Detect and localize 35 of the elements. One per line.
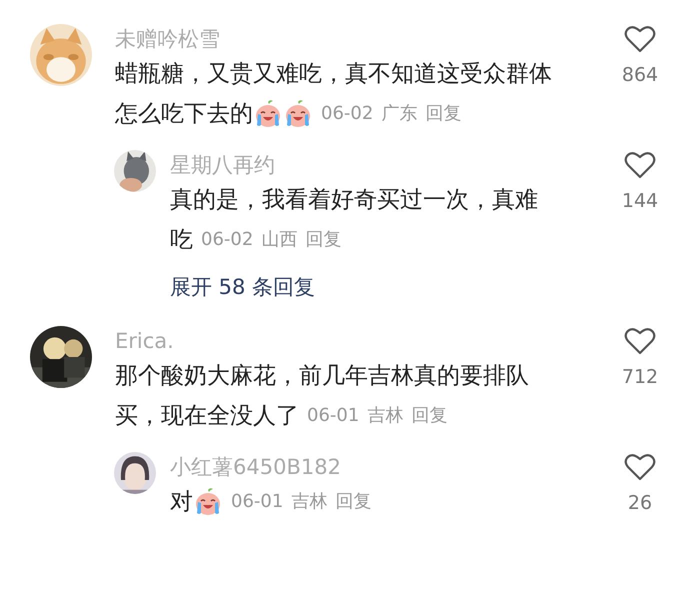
reply-link[interactable]: 回复 [425,94,462,134]
comment-location: 吉林 [367,404,404,428]
comment-text: 买，现在全没人了 [115,402,299,431]
like-count: 864 [622,63,658,88]
comment-text: 怎么吃下去的 [115,100,253,129]
user-name: 小红薯6450B182 [170,454,342,481]
expand-replies-link[interactable]: 展开 58 条回复 [170,272,316,302]
reply-link[interactable]: 回复 [411,396,448,436]
like-icon[interactable] [624,150,656,180]
reply-link[interactable]: 回复 [335,482,372,522]
comment-text: 真的是，我看着好奇买过一次，真难 [170,186,538,215]
comment-location: 吉林 [291,490,328,514]
like-icon[interactable] [624,326,656,356]
crying-laughing-emoji-icon [253,99,283,129]
comment-date: 06-02 [321,102,374,126]
user-name: 未赠吟松雪 [115,26,221,53]
like-count: 712 [622,365,658,390]
comment-location: 山西 [261,228,298,252]
comment-text: 蜡瓶糖，又贵又难吃，真不知道这受众群体 [115,60,552,89]
user-name: Erica. [115,328,175,355]
comment-location: 广东 [381,102,418,126]
comment-text: 那个酸奶大麻花，前几年吉林真的要排队 [115,362,529,391]
like-count: 144 [622,189,658,214]
like-icon[interactable] [624,24,656,54]
like-icon[interactable] [624,452,656,482]
comment-text: 吃 [170,226,193,255]
crying-laughing-emoji-icon [283,99,313,129]
comment-date: 06-01 [307,404,360,428]
comment-date: 06-01 [231,490,284,514]
comment-text: 对 [170,488,193,517]
user-name: 星期八再约 [170,152,276,179]
comment-date: 06-02 [201,228,254,252]
crying-laughing-emoji-icon [193,487,223,517]
like-count: 26 [628,491,652,516]
reply-link[interactable]: 回复 [305,220,342,260]
